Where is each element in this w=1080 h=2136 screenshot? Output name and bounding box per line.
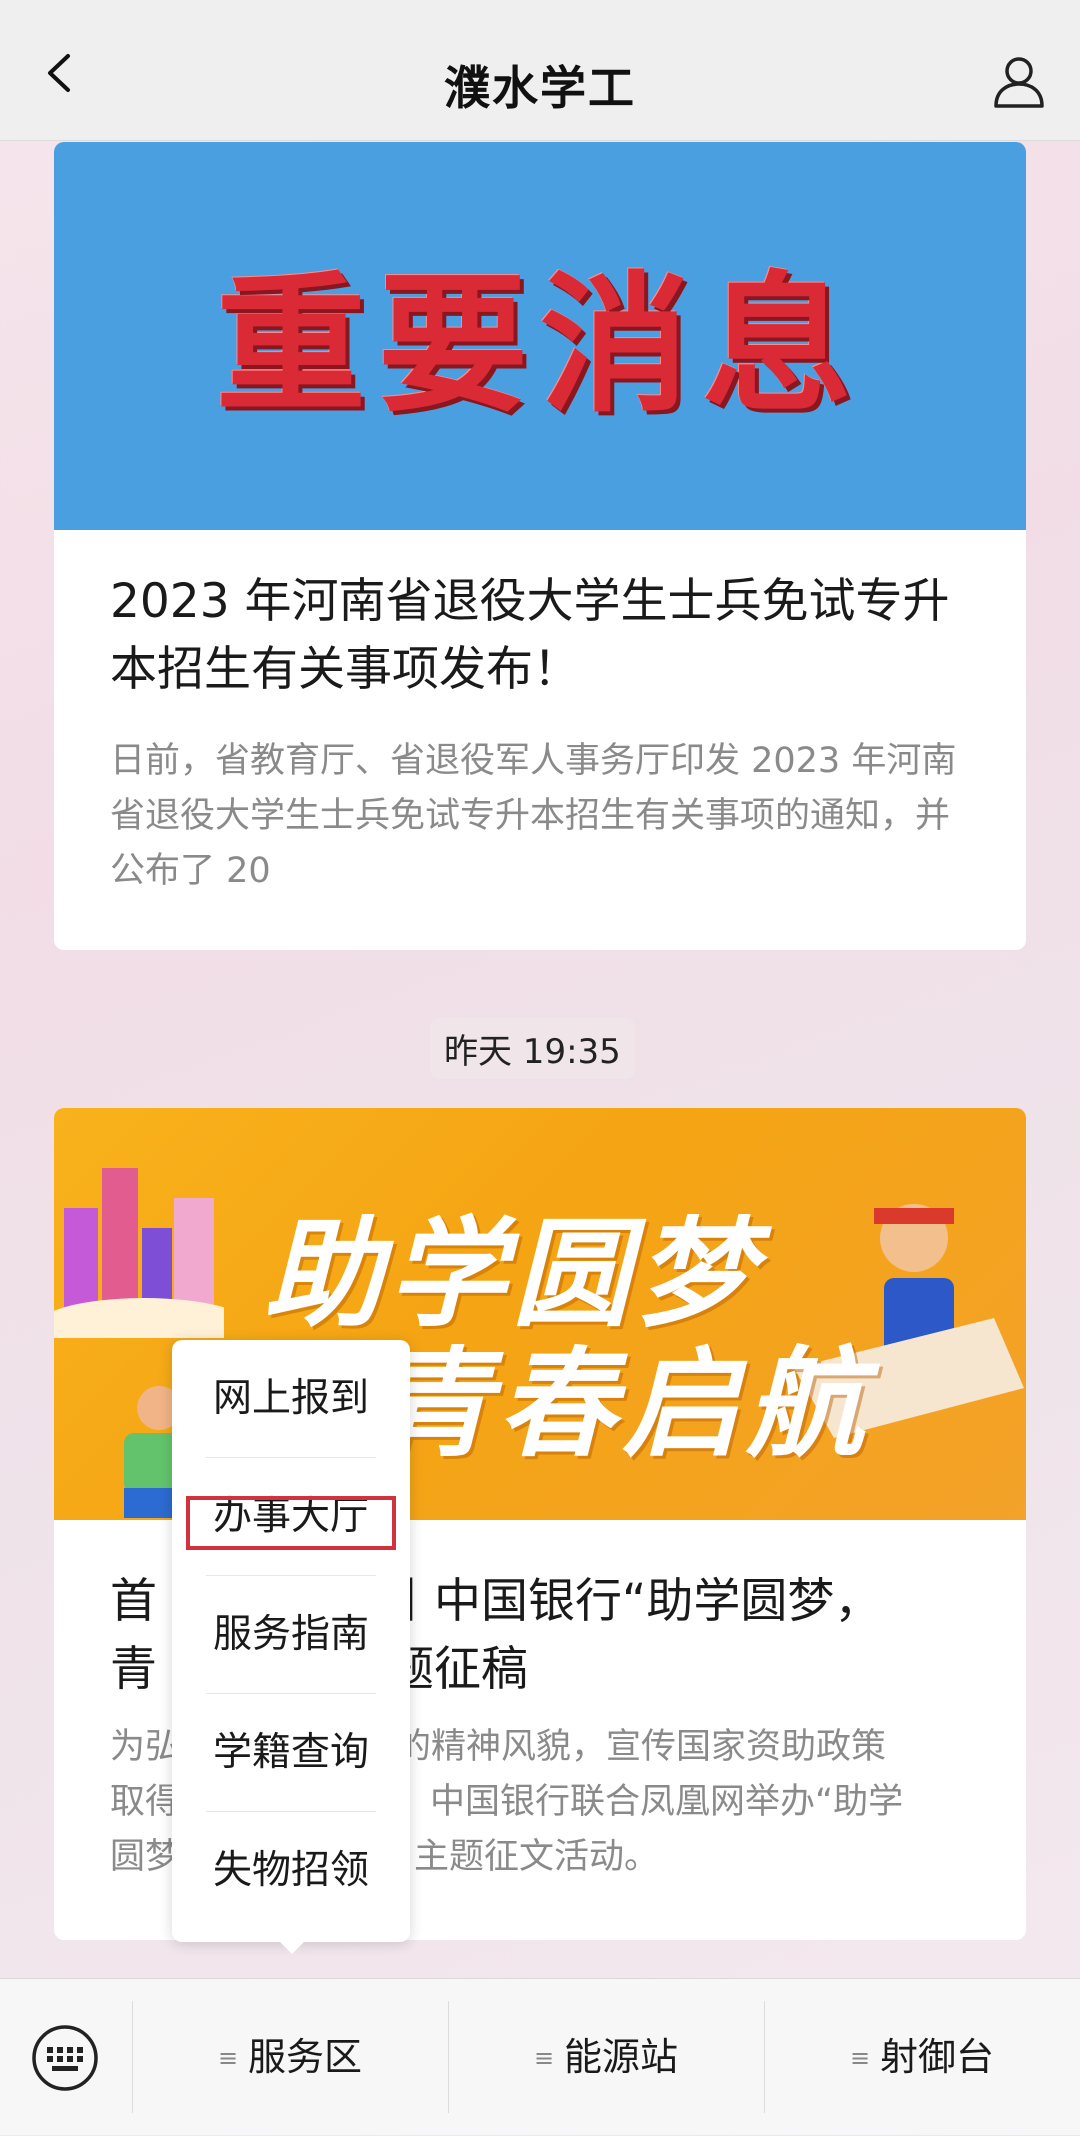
summary-line2-start: 取得: [110, 1782, 181, 1822]
summary-line3-visible: 主题征文活动。: [414, 1837, 660, 1877]
menu-item-online-registration[interactable]: 网上报到: [172, 1340, 410, 1458]
top-navigation-bar: 濮水学工: [0, 0, 1080, 141]
article-title-visible: 丨中国银行“助学圆梦，: [387, 1574, 882, 1629]
article-title-start: 首: [110, 1574, 157, 1629]
menu-lines-icon: ≡: [217, 2044, 239, 2072]
bottom-menu-energy-station[interactable]: ≡ 能源站: [449, 1979, 763, 2135]
summary-line2-visible: 中国银行联合凤凰网举办“助学: [430, 1782, 904, 1822]
article-cover-image: 重要消息: [54, 142, 1026, 530]
popup-menu-pointer: [276, 1938, 308, 1954]
menu-lines-icon: ≡: [849, 2044, 871, 2072]
bottom-menu-bar: ≡ 服务区 ≡ 能源站 ≡ 射御台: [0, 1978, 1080, 2135]
cover-banner-line2: 青春启航: [374, 1334, 871, 1473]
summary-line3-start: 圆梦: [110, 1837, 181, 1877]
article-card[interactable]: 重要消息 2023 年河南省退役大学生士兵免试专升本招生有关事项发布！ 日前，省…: [54, 142, 1026, 950]
highlight-box: [186, 1496, 396, 1550]
menu-item-enrollment-query[interactable]: 学籍查询: [172, 1694, 410, 1812]
bottom-menu-label: 服务区: [248, 2035, 363, 2079]
menu-lines-icon: ≡: [533, 2044, 555, 2072]
bottom-menu-label: 射御台: [880, 2035, 995, 2079]
bottom-menu-archery-stage[interactable]: ≡ 射御台: [765, 1979, 1079, 2135]
menu-item-service-guide[interactable]: 服务指南: [172, 1576, 410, 1694]
city-buildings-illustration: [54, 1168, 224, 1338]
bottom-menu-label: 能源站: [564, 2035, 679, 2079]
bottom-menu-service-area[interactable]: ≡ 服务区: [133, 1979, 447, 2135]
summary-line1-start: 为弘: [110, 1727, 181, 1767]
article-title-line2-start: 青: [110, 1642, 157, 1697]
menu-item-lost-and-found[interactable]: 失物招领: [172, 1812, 410, 1930]
user-icon[interactable]: [990, 52, 1048, 110]
article-title: 2023 年河南省退役大学生士兵免试专升本招生有关事项发布！: [110, 574, 950, 697]
cover-banner-text: 重要消息: [215, 257, 864, 433]
page-title: 濮水学工: [444, 61, 636, 115]
article-summary: 日前，省教育厅、省退役军人事务厅印发 2023 年河南省退役大学生士兵免试专升本…: [110, 741, 957, 891]
message-timestamp: 昨天 19:35: [430, 1018, 635, 1079]
summary-line1-visible: 的精神风貌，宣传国家资助政策: [396, 1727, 887, 1767]
service-popup-menu: 网上报到 办事大厅 服务指南 学籍查询 失物招领: [172, 1340, 410, 1942]
keyboard-icon[interactable]: [30, 2023, 100, 2093]
